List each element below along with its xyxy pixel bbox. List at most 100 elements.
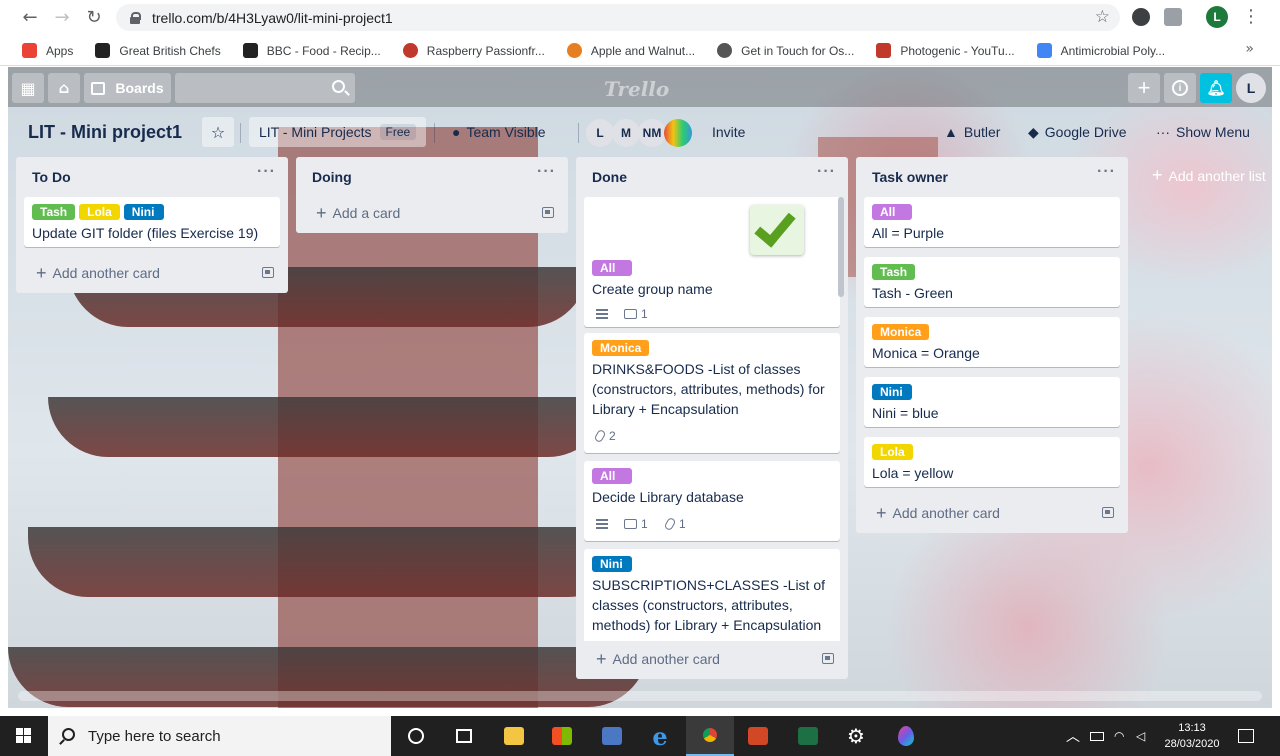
notification-center-icon[interactable] [1238,716,1254,756]
invite-button[interactable]: Invite [712,124,745,140]
card[interactable]: All Create group name 1 [584,197,840,327]
store-button[interactable] [538,716,586,756]
list-menu-icon[interactable]: ··· [257,163,276,181]
add-card-button[interactable]: + Add another card [596,649,720,670]
bell-icon: 🔔︎ [1206,79,1226,97]
extension-icon[interactable] [1132,8,1150,26]
address-bar[interactable]: trello.com/b/4H3Lyaw0/lit-mini-project1 … [116,4,1120,31]
list-menu-icon[interactable]: ··· [537,163,556,181]
user-avatar[interactable]: L [1236,73,1266,103]
card-title: Lola = yellow [872,465,954,481]
boards-button[interactable]: Boards [84,73,171,103]
list-menu-icon[interactable]: ··· [817,163,836,181]
team-button[interactable]: LIT - Mini Projects Free [249,117,427,147]
bookmark-item[interactable]: Antimicrobial Poly... [1036,43,1165,58]
add-list-label: Add another list [1168,168,1266,184]
visibility-button[interactable]: ● Team Visible [452,124,546,140]
add-card-button[interactable]: + Add another card [876,503,1000,524]
wifi-icon[interactable]: ◠ [1114,716,1124,756]
apps-grid-button[interactable]: ▦ [12,73,44,103]
card[interactable]: Tash Tash - Green [864,257,1120,307]
task-view-button[interactable] [440,716,488,756]
card-title: Decide Library database [592,489,744,505]
home-button[interactable]: ⌂ [48,73,80,103]
card-template-icon[interactable] [822,653,834,664]
create-button[interactable]: + [1128,73,1160,103]
list-menu-icon[interactable]: ··· [1097,163,1116,181]
member-avatar[interactable]: NM [638,119,666,147]
card[interactable]: Nini Nini = blue [864,377,1120,427]
volume-icon[interactable]: ◁ [1136,716,1145,756]
bookmark-item[interactable]: Get in Touch for Os... [717,43,854,58]
start-button[interactable] [0,716,48,756]
show-menu-button[interactable]: ··· Show Menu [1156,124,1250,140]
notifications-button[interactable]: 🔔︎ [1200,73,1232,103]
list-scrollbar[interactable] [838,197,844,297]
card-template-icon[interactable] [262,267,274,278]
board-scrollbar[interactable] [18,691,1262,701]
description-badge [596,309,608,319]
edge-button[interactable]: e [636,716,684,756]
cortana-button[interactable] [392,716,440,756]
browser-menu-icon[interactable]: ⋮ [1242,6,1260,27]
butler-button[interactable]: ▲ Butler [944,124,1000,140]
butler-icon: ▲ [944,124,958,140]
member-avatar[interactable]: L [586,119,614,147]
bookmark-item[interactable]: Photogenic - YouTu... [876,43,1015,58]
card[interactable]: All Decide Library database 1 1 [584,461,840,541]
card-template-icon[interactable] [1102,507,1114,518]
trello-logo[interactable]: Trello [604,77,669,101]
bookmark-item[interactable]: Apple and Walnut... [566,43,695,58]
bookmark-label: Get in Touch for Os... [741,43,855,58]
system-clock[interactable]: 13:13 28/03/2020 [1162,720,1222,752]
back-icon[interactable]: ← [14,1,46,33]
card[interactable]: Nini SUBSCRIPTIONS+CLASSES -List of clas… [584,549,840,641]
paint3d-button[interactable] [882,716,930,756]
add-card-button[interactable]: + Add a card [316,203,400,224]
attachment-count: 2 [609,429,616,443]
reload-icon[interactable]: ↻ [78,1,110,33]
more-bookmarks-icon[interactable]: » [1245,41,1254,57]
bookmark-item[interactable]: Great British Chefs [95,43,221,58]
divider [240,123,241,143]
profile-avatar[interactable]: L [1206,6,1228,28]
bookmark-item[interactable]: Apps [22,43,73,58]
add-card-button[interactable]: + Add another card [36,263,160,284]
card[interactable]: Monica DRINKS&FOODS -List of classes (co… [584,333,840,453]
extension-cube-icon[interactable] [1164,8,1182,26]
taskbar-search[interactable]: Type here to search [48,716,391,756]
star-board-button[interactable]: ☆ [202,117,234,147]
file-explorer-button[interactable] [490,716,538,756]
visibility-label: Team Visible [466,124,546,140]
excel-button[interactable] [784,716,832,756]
powerpoint-button[interactable] [734,716,782,756]
forward-icon[interactable]: → [46,1,78,33]
card[interactable]: Tash Lola Nini Update GIT folder (files Ex… [24,197,280,247]
network-app-button[interactable] [588,716,636,756]
card-template-icon[interactable] [542,207,554,218]
tray-chevron-icon[interactable]: ︿ [1066,716,1080,756]
card[interactable]: Monica Monica = Orange [864,317,1120,367]
chrome-button[interactable] [686,716,734,756]
add-list-button[interactable]: + Add another list [1152,165,1266,186]
info-button[interactable]: i [1164,73,1196,103]
plan-badge: Free [379,124,417,140]
board-search-input[interactable] [175,73,355,103]
menu-label: Show Menu [1176,124,1250,140]
bookmark-star-icon[interactable]: ☆ [1095,7,1110,27]
card[interactable]: All All = Purple [864,197,1120,247]
list-title[interactable]: Done [592,169,627,185]
list-title[interactable]: Task owner [872,169,948,185]
bookmark-item[interactable]: Raspberry Passionfr... [402,43,545,58]
board-title[interactable]: LIT - Mini project1 [28,122,182,143]
list-title[interactable]: To Do [32,169,71,185]
battery-icon[interactable] [1090,716,1104,756]
google-drive-button[interactable]: ◆ Google Drive [1028,124,1126,141]
card[interactable]: Lola Lola = yellow [864,437,1120,487]
list-scroll-area[interactable]: All Create group name 1 Monica DRINKS&FO… [576,193,848,641]
member-avatar[interactable]: M [612,119,640,147]
member-avatar-image[interactable] [664,119,692,147]
settings-button[interactable]: ⚙ [832,716,880,756]
bookmark-item[interactable]: BBC - Food - Recip... [242,43,381,58]
list-title[interactable]: Doing [312,169,352,185]
